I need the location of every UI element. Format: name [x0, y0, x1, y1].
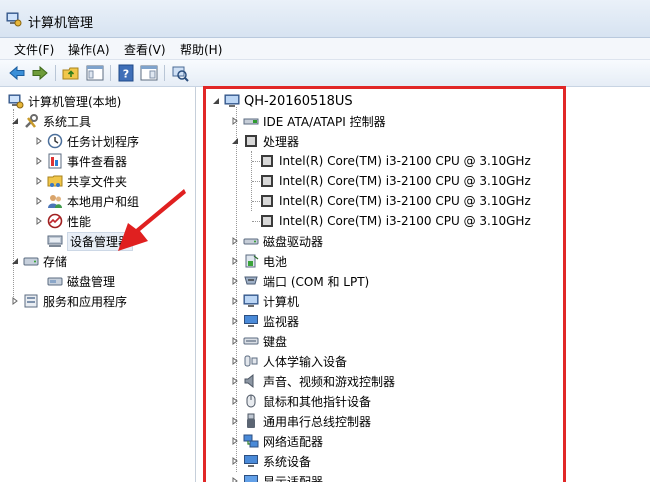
- toolbar-separator: [110, 65, 111, 81]
- show-hide-tree-icon[interactable]: [86, 64, 104, 82]
- toolbar-separator: [55, 65, 56, 81]
- menu-action[interactable]: 操作(A): [66, 41, 112, 58]
- up-folder-icon[interactable]: [62, 64, 80, 82]
- tree-node-system-tools[interactable]: 系统工具: [10, 111, 91, 131]
- tree-node-label: 服务和应用程序: [43, 294, 128, 309]
- event-viewer-icon: [48, 153, 62, 169]
- tree-node-event-viewer[interactable]: 事件查看器: [34, 151, 127, 171]
- storage-icon: [23, 257, 39, 266]
- tree-node-storage[interactable]: 存储: [10, 251, 67, 271]
- tree-node-computer-management[interactable]: 计算机管理(本地): [8, 91, 121, 111]
- tree-node-label: 事件查看器: [67, 154, 128, 169]
- window-title: 计算机管理: [28, 16, 94, 31]
- toolbar-separator: [164, 65, 165, 81]
- clock-icon: [47, 133, 63, 149]
- help-icon[interactable]: ?: [117, 64, 135, 82]
- computer-management-icon: [6, 12, 22, 27]
- disk-management-icon: [47, 277, 63, 286]
- tree-node-label: 存储: [43, 254, 68, 269]
- system-tools-icon: [25, 114, 38, 128]
- tree-node-task-scheduler[interactable]: 任务计划程序: [34, 131, 139, 151]
- annotation-arrow-icon: [118, 189, 186, 251]
- forward-arrow-icon[interactable]: [31, 64, 49, 82]
- tree-node-label: 系统工具: [43, 114, 92, 129]
- tree-node-label: 性能: [67, 214, 92, 229]
- menu-bar: 文件(F) 操作(A) 查看(V) 帮助(H): [0, 38, 650, 60]
- tree-node-label: 任务计划程序: [67, 134, 140, 149]
- svg-text:?: ?: [123, 68, 129, 81]
- console-tree-pane[interactable]: 计算机管理(本地) 系统工具 任务计划程序 事件查看器 共享文件夹 本地用户和组…: [0, 87, 196, 482]
- performance-icon: [47, 213, 63, 229]
- collapsed-triangle-icon[interactable]: [34, 156, 44, 166]
- tree-node-label: 磁盘管理: [67, 274, 116, 289]
- tree-node-performance[interactable]: 性能: [34, 211, 91, 231]
- menu-view[interactable]: 查看(V): [122, 41, 168, 58]
- highlight-box: [203, 86, 566, 482]
- collapsed-triangle-icon[interactable]: [34, 196, 44, 206]
- collapsed-triangle-icon[interactable]: [34, 176, 44, 186]
- services-icon: [24, 294, 38, 308]
- title-bar: 计算机管理: [0, 0, 650, 38]
- collapsed-triangle-icon[interactable]: [10, 296, 20, 306]
- toolbar: ?: [0, 60, 650, 87]
- device-manager-icon: [47, 235, 63, 247]
- scan-hardware-icon[interactable]: [171, 64, 189, 82]
- computer-management-icon: [8, 94, 24, 109]
- users-icon: [48, 195, 62, 208]
- tree-node-label: 计算机管理(本地): [28, 94, 122, 109]
- collapsed-triangle-icon[interactable]: [34, 216, 44, 226]
- expanded-triangle-icon[interactable]: [10, 116, 20, 126]
- expanded-triangle-icon[interactable]: [10, 256, 20, 266]
- properties-panel-icon[interactable]: [140, 64, 158, 82]
- tree-node-services-apps[interactable]: 服务和应用程序: [10, 291, 127, 311]
- shared-folder-icon: [47, 175, 63, 187]
- tree-node-disk-management[interactable]: 磁盘管理: [47, 271, 115, 291]
- collapsed-triangle-icon[interactable]: [34, 136, 44, 146]
- menu-file[interactable]: 文件(F): [12, 41, 56, 58]
- back-arrow-icon[interactable]: [8, 64, 26, 82]
- menu-help[interactable]: 帮助(H): [178, 41, 224, 58]
